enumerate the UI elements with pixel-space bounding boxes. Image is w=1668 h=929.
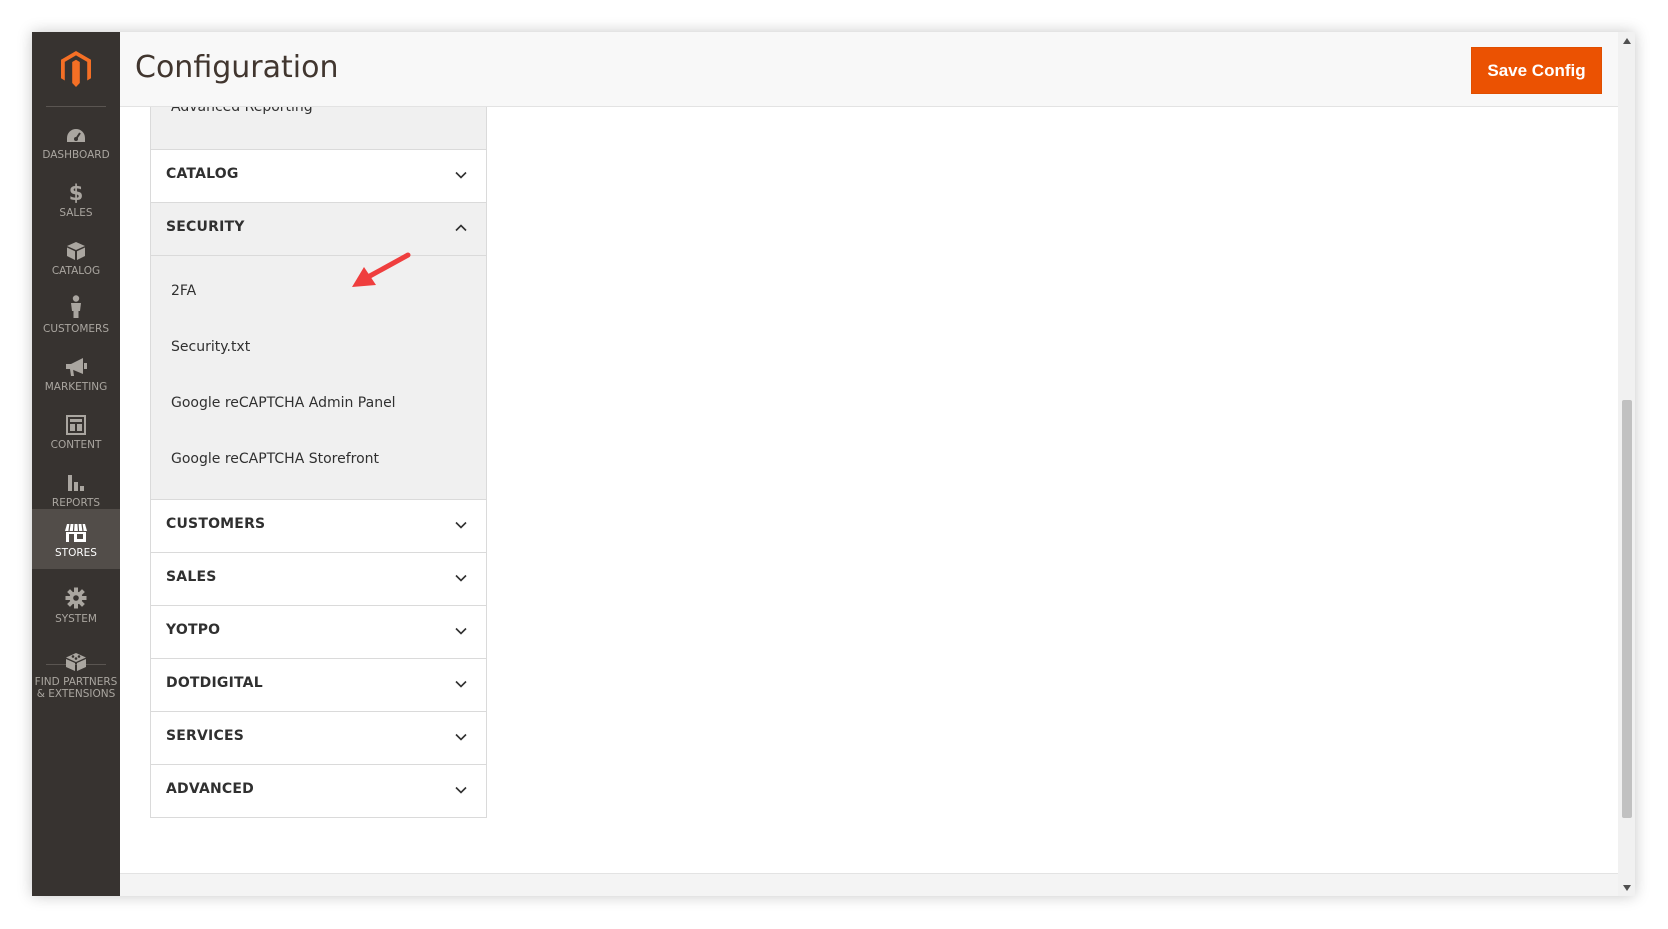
page-title: Configuration: [135, 50, 339, 85]
config-tab-item-recaptcha-storefront[interactable]: Google reCAPTCHA Storefront: [151, 431, 486, 487]
person-icon: [71, 295, 81, 318]
config-section-catalog[interactable]: CATALOG: [151, 150, 486, 203]
config-section-title: SECURITY: [166, 219, 245, 235]
chevron-down-icon: [455, 171, 467, 179]
nav-item-find-partners[interactable]: FIND PARTNERS & EXTENSIONS: [32, 638, 120, 710]
config-section-sales[interactable]: SALES: [151, 553, 486, 606]
config-section-dotdigital[interactable]: DOTDIGITAL: [151, 659, 486, 712]
chevron-down-icon: [455, 574, 467, 582]
nav-item-label: FIND PARTNERS & EXTENSIONS: [34, 676, 118, 700]
scrollbar-thumb[interactable]: [1622, 400, 1632, 818]
magento-logo[interactable]: [32, 32, 120, 106]
scroll-down-arrow-icon[interactable]: [1618, 879, 1635, 896]
config-tab-item-advanced-reporting[interactable]: Advanced Reporting: [151, 107, 486, 150]
config-section-title: SERVICES: [166, 728, 244, 744]
security-subitems: 2FA Security.txt Google reCAPTCHA Admin …: [151, 256, 486, 500]
config-tab-item-label: Advanced Reporting: [171, 107, 313, 115]
page-scrollbar[interactable]: [1618, 32, 1635, 896]
megaphone-icon: [66, 358, 87, 376]
config-section-title: YOTPO: [166, 622, 221, 638]
config-tab-item-2fa[interactable]: 2FA: [151, 263, 486, 319]
nav-item-label: MARKETING: [44, 381, 108, 393]
config-section-yotpo[interactable]: YOTPO: [151, 606, 486, 659]
config-section-services[interactable]: SERVICES: [151, 712, 486, 765]
nav-item-label: DASHBOARD: [42, 149, 110, 161]
nav-item-catalog[interactable]: CATALOG: [32, 227, 120, 287]
box-icon: [67, 242, 85, 260]
annotation-arrow-icon: [352, 252, 411, 287]
chevron-down-icon: [455, 786, 467, 794]
dashboard-gauge-icon: [67, 129, 85, 142]
bar-chart-icon: [68, 475, 84, 491]
config-section-security[interactable]: SECURITY: [151, 203, 486, 256]
save-config-button[interactable]: Save Config: [1471, 47, 1602, 94]
nav-item-sales[interactable]: $ SALES: [32, 169, 120, 229]
layout-icon: [66, 415, 86, 435]
nav-item-label: STORES: [55, 547, 97, 559]
dollar-icon: $: [69, 181, 84, 203]
nav-item-content[interactable]: CONTENT: [32, 401, 120, 461]
page-header: Configuration Save Config: [120, 32, 1618, 107]
config-tab-item-security-txt[interactable]: Security.txt: [151, 319, 486, 375]
chevron-down-icon: [455, 627, 467, 635]
config-section-advanced[interactable]: ADVANCED: [151, 765, 486, 818]
config-section-title: SALES: [166, 569, 217, 585]
nav-item-label: SALES: [59, 207, 93, 219]
svg-text:$: $: [69, 181, 84, 203]
blocks-icon: [66, 653, 86, 671]
config-section-title: CATALOG: [166, 166, 239, 182]
nav-item-system[interactable]: SYSTEM: [32, 575, 120, 635]
admin-window: DASHBOARD $ SALES CATALOG CUSTOMERS MARK…: [32, 32, 1635, 896]
chevron-up-icon: [455, 224, 467, 232]
nav-item-stores[interactable]: STORES: [32, 509, 120, 569]
config-tabs: Advanced Reporting CATALOG SECURITY 2FA …: [150, 107, 487, 818]
admin-sidebar: DASHBOARD $ SALES CATALOG CUSTOMERS MARK…: [32, 32, 120, 896]
nav-item-label: CUSTOMERS: [42, 323, 109, 335]
nav-item-label: REPORTS: [51, 497, 101, 509]
nav-divider: [46, 106, 106, 107]
nav-item-label: CATALOG: [51, 265, 101, 277]
main-content: Advanced Reporting CATALOG SECURITY 2FA …: [120, 107, 1618, 896]
nav-item-customers[interactable]: CUSTOMERS: [32, 285, 120, 345]
config-section-customers[interactable]: CUSTOMERS: [151, 500, 486, 553]
nav-item-dashboard[interactable]: DASHBOARD: [32, 111, 120, 171]
chevron-down-icon: [455, 733, 467, 741]
page-footer: [120, 873, 1618, 896]
scroll-up-arrow-icon[interactable]: [1618, 32, 1635, 49]
config-section-title: DOTDIGITAL: [166, 675, 263, 691]
chevron-down-icon: [455, 521, 467, 529]
nav-item-marketing[interactable]: MARKETING: [32, 343, 120, 403]
config-tab-item-recaptcha-admin[interactable]: Google reCAPTCHA Admin Panel: [151, 375, 486, 431]
magento-logo-icon: [61, 51, 91, 87]
nav-item-label: CONTENT: [50, 439, 102, 451]
storefront-icon: [65, 523, 87, 542]
nav-item-label: SYSTEM: [55, 613, 97, 625]
config-section-title: CUSTOMERS: [166, 516, 266, 532]
chevron-down-icon: [455, 680, 467, 688]
config-section-title: ADVANCED: [166, 781, 254, 797]
gear-icon: [65, 587, 87, 609]
